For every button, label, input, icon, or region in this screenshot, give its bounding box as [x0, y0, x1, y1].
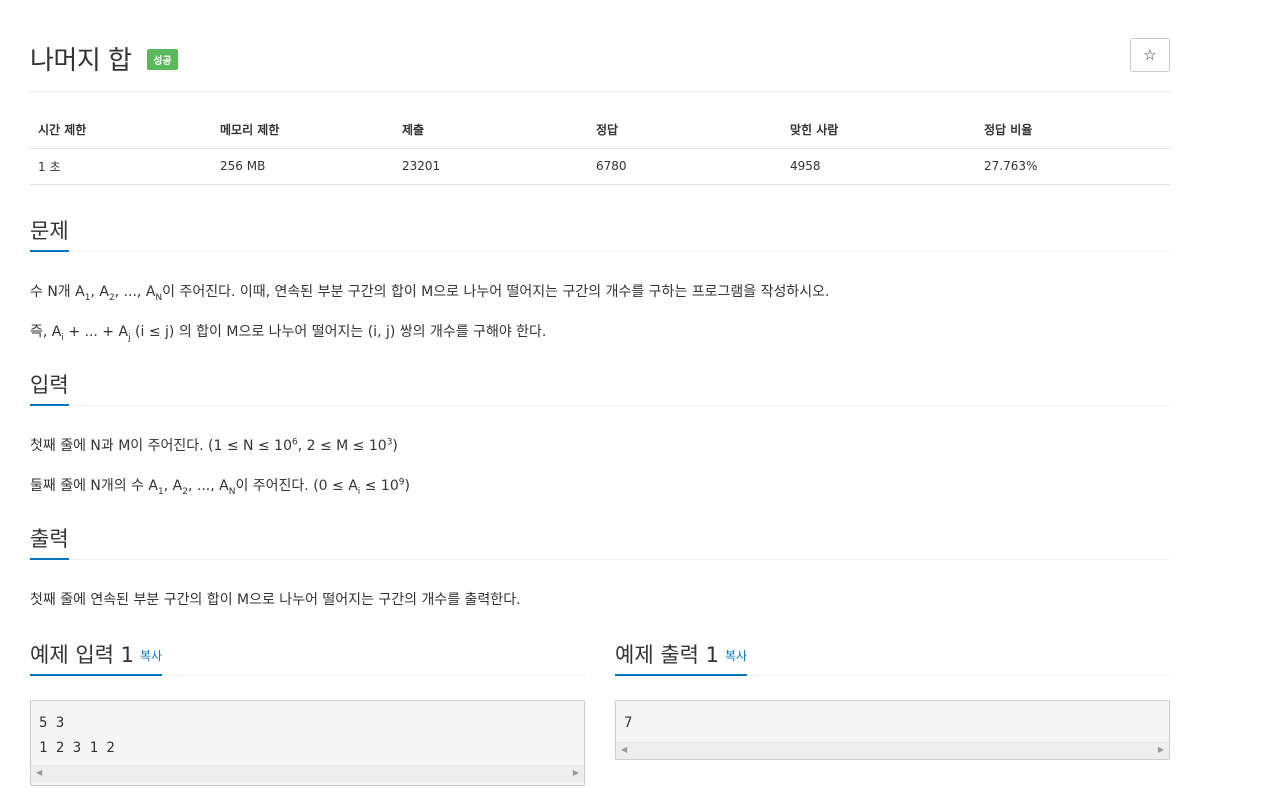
description-section-header: 문제	[30, 216, 1170, 252]
sample-input-text: 5 3 1 2 3 1 2	[39, 715, 115, 756]
output-heading: 출력	[30, 524, 69, 560]
sample-output-box[interactable]: 7 ◀ ▶	[615, 700, 1170, 760]
submissions-value: 23201	[394, 148, 588, 185]
header-solved-users: 맞힌 사람	[782, 112, 976, 149]
description-line-1: 수 N개 A1, A2, ..., AN이 주어진다. 이때, 연속된 부분 구…	[30, 284, 830, 303]
table-header-row: 시간 제한 메모리 제한 제출 정답 맞힌 사람 정답 비율	[30, 112, 1170, 149]
sample-output-text: 7	[624, 715, 633, 731]
scroll-right-icon[interactable]: ▶	[573, 768, 579, 777]
input-heading: 입력	[30, 370, 69, 406]
star-icon: ☆	[1143, 47, 1157, 64]
input-desc-line-1: 첫째 줄에 N과 M이 주어진다. (1 ≤ N ≤ 106, 2 ≤ M ≤ …	[30, 437, 398, 454]
scroll-left-icon[interactable]: ◀	[621, 745, 627, 754]
scroll-right-icon[interactable]: ▶	[1158, 745, 1164, 754]
table-row: 1 초 256 MB 23201 6780 4958 27.763%	[30, 148, 1170, 185]
header-submissions: 제출	[394, 112, 588, 149]
sample-input-title: 예제 입력 1	[30, 643, 134, 667]
memory-limit-value: 256 MB	[212, 148, 394, 185]
favorite-button[interactable]: ☆	[1130, 38, 1170, 72]
description-heading: 문제	[30, 216, 69, 252]
page-title: 나머지 합 성공	[30, 40, 178, 77]
sample-input-scrollbar[interactable]: ◀ ▶	[31, 765, 584, 782]
solved-users-value: 4958	[782, 148, 976, 185]
copy-sample-output-button[interactable]: 복사	[725, 649, 747, 663]
sample-input-box[interactable]: 5 3 1 2 3 1 2 ◀ ▶	[30, 700, 585, 786]
accept-ratio-value: 27.763%	[976, 148, 1170, 185]
status-badge: 성공	[147, 49, 178, 70]
header-accepted: 정답	[588, 112, 782, 149]
scroll-left-icon[interactable]: ◀	[36, 768, 42, 777]
sample-output-header: 예제 출력 1 복사	[615, 640, 1170, 676]
accepted-value: 6780	[588, 148, 782, 185]
description-line-2: 즉, Ai + ... + Aj (i ≤ j) 의 합이 M으로 나누어 떨어…	[30, 324, 547, 343]
header-memory-limit: 메모리 제한	[212, 112, 394, 149]
sample-input-header: 예제 입력 1 복사	[30, 640, 585, 676]
sample-input-heading: 예제 입력 1 복사	[30, 640, 163, 676]
header-time-limit: 시간 제한	[30, 112, 212, 149]
copy-sample-input-button[interactable]: 복사	[140, 649, 162, 663]
output-section-header: 출력	[30, 524, 1170, 560]
problem-info-table: 시간 제한 메모리 제한 제출 정답 맞힌 사람 정답 비율 1 초 256 M…	[30, 112, 1170, 185]
sample-output-heading: 예제 출력 1 복사	[615, 640, 748, 676]
input-section-header: 입력	[30, 370, 1170, 406]
sample-output-title: 예제 출력 1	[615, 643, 719, 667]
time-limit-value: 1 초	[30, 148, 212, 185]
input-desc-line-2: 둘째 줄에 N개의 수 A1, A2, ..., AN이 주어진다. (0 ≤ …	[30, 477, 410, 497]
problem-title: 나머지 합	[30, 46, 132, 76]
output-desc-line-1: 첫째 줄에 연속된 부분 구간의 합이 M으로 나누어 떨어지는 구간의 개수를…	[30, 592, 521, 608]
sample-output-scrollbar[interactable]: ◀ ▶	[616, 742, 1169, 759]
header-accept-ratio: 정답 비율	[976, 112, 1170, 149]
title-row: 나머지 합 성공 ☆	[30, 36, 1170, 92]
